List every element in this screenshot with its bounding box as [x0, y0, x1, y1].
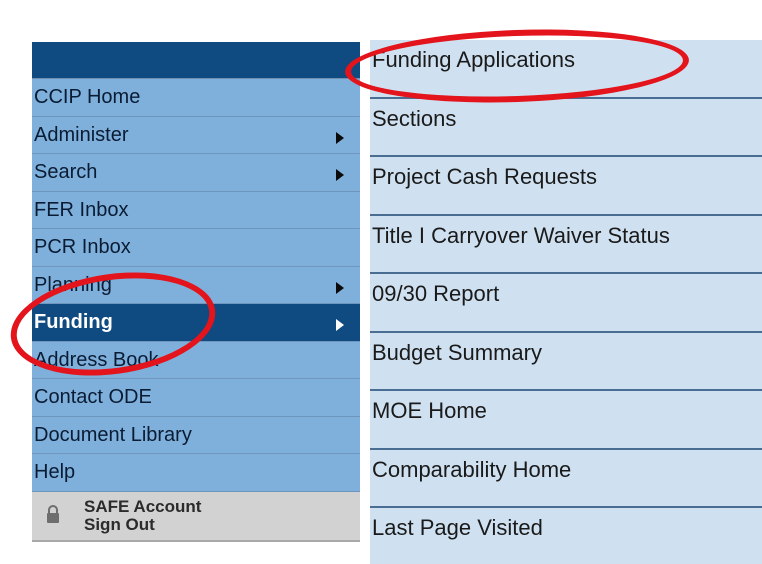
submenu-item-budget-summary[interactable]: Budget Summary — [370, 333, 762, 391]
signout-line-1: SAFE Account — [84, 496, 202, 516]
submenu-item-comparability-home[interactable]: Comparability Home — [370, 450, 762, 508]
nav-item-label: CCIP Home — [34, 86, 141, 108]
left-nav-menu: CCIP Home Administer Search FER Inbox PC… — [32, 42, 360, 542]
nav-item-contact-ode[interactable]: Contact ODE — [32, 379, 360, 417]
submenu-item-0930-report[interactable]: 09/30 Report — [370, 274, 762, 333]
signout-line-2: Sign Out — [84, 514, 155, 534]
nav-item-funding[interactable]: Funding — [32, 304, 360, 342]
nav-item-label: Search — [34, 161, 98, 183]
submenu-item-sections[interactable]: Sections — [370, 99, 762, 157]
submenu-item-moe-home[interactable]: MOE Home — [370, 391, 762, 450]
nav-item-label: PCR Inbox — [34, 236, 131, 258]
nav-item-planning[interactable]: Planning — [32, 266, 360, 304]
submenu-arrow-icon — [336, 131, 344, 144]
nav-item-administer[interactable]: Administer — [32, 116, 360, 154]
nav-item-label: Contact ODE — [34, 386, 152, 408]
nav-item-document-library[interactable]: Document Library — [32, 416, 360, 454]
nav-item-label: Planning — [34, 273, 112, 296]
nav-item-label: Document Library — [34, 423, 192, 446]
nav-item-label: FER Inbox — [34, 198, 129, 221]
nav-header-bar — [32, 42, 360, 79]
nav-item-help[interactable]: Help — [32, 454, 360, 492]
nav-item-pcr-inbox[interactable]: PCR Inbox — [32, 229, 360, 267]
nav-item-search[interactable]: Search — [32, 154, 360, 192]
lock-icon — [47, 504, 59, 523]
sign-out-link[interactable]: SAFE Account Sign Out — [32, 491, 360, 542]
funding-submenu: Funding Applications Sections Project Ca… — [370, 40, 762, 564]
nav-item-label: Help — [34, 461, 76, 483]
nav-item-ccip-home[interactable]: CCIP Home — [32, 79, 360, 117]
submenu-item-project-cash-requests[interactable]: Project Cash Requests — [370, 157, 762, 216]
submenu-arrow-icon — [336, 169, 344, 181]
nav-item-address-book[interactable]: Address Book — [32, 341, 360, 379]
submenu-item-title-i-carryover-waiver-status[interactable]: Title I Carryover Waiver Status — [370, 216, 762, 274]
nav-item-fer-inbox[interactable]: FER Inbox — [32, 191, 360, 229]
nav-item-label: Administer — [34, 123, 129, 146]
submenu-arrow-icon — [336, 281, 344, 294]
submenu-item-funding-applications[interactable]: Funding Applications — [370, 40, 762, 99]
nav-item-label: Address Book — [34, 348, 159, 371]
nav-item-label: Funding — [34, 311, 113, 333]
submenu-arrow-icon — [336, 319, 344, 331]
